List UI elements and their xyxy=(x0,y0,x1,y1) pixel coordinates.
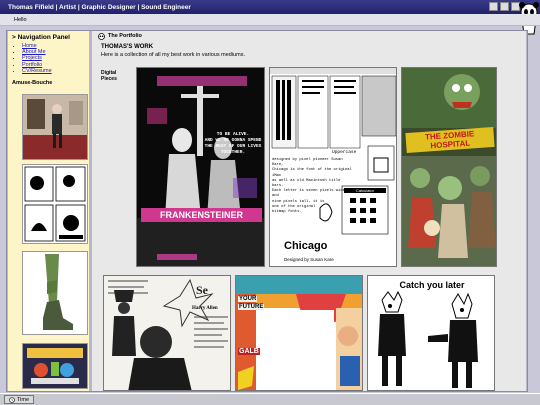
page-description: Here is a collection of all my best work… xyxy=(101,52,245,58)
typography-body-3: as well as old Macintosh title bars. xyxy=(272,178,341,189)
comic-word-2: FUTURE xyxy=(238,304,265,310)
comic-graphic xyxy=(236,276,362,390)
artwork-poster[interactable]: TO BE ALIVE. AND WE'RE GONNA SPEND THE R… xyxy=(136,67,265,267)
nav-heading: > Navigation Panel xyxy=(12,34,70,41)
typography-body-2: Chicago is the font of the original iMac xyxy=(272,168,352,178)
nav-link-portfolio[interactable]: Portfolio xyxy=(22,62,42,68)
typography-body-1: designed by pixel pioneer Susan Kare, xyxy=(272,158,343,168)
artwork-zombie[interactable]: THE ZOMBIE HOSPITAL xyxy=(401,67,497,267)
maximize-button[interactable] xyxy=(500,2,509,11)
newspaper-graphic: Se xyxy=(108,278,228,390)
typography-caption: Designed by Susan Kare xyxy=(284,257,334,262)
menu-item-hello[interactable]: Hello xyxy=(14,17,27,23)
thumbnail-boot[interactable] xyxy=(22,251,88,335)
navigation-panel: > Navigation Panel Home About Me Project… xyxy=(8,31,90,391)
portfolio-panel: The Portfolio THOMAS'S WORK Here is a co… xyxy=(92,31,526,391)
poster-banner: FRANKENSTEINER xyxy=(141,208,262,222)
poster-text-block: TO BE ALIVE. AND WE'RE GONNA SPEND THE R… xyxy=(203,132,263,156)
artwork-comic[interactable]: YOUR FUTURE GALB xyxy=(235,275,363,391)
window-controls xyxy=(489,2,520,11)
typography-sub: Uppercase xyxy=(332,150,357,155)
thumbnail-comic[interactable] xyxy=(22,164,88,244)
portfolio-page: THOMAS'S WORK Here is a collection of al… xyxy=(98,42,522,391)
menu-bar: Hello xyxy=(0,14,540,26)
catch-graphic xyxy=(378,290,478,388)
panda-small-icon xyxy=(98,32,105,40)
page-title: THOMAS'S WORK xyxy=(101,44,154,50)
nav-link-home[interactable]: Home xyxy=(22,43,37,49)
nav-link-projects[interactable]: Projects xyxy=(22,55,42,61)
nav-list: Home About Me Projects Portfolio CV/Resu… xyxy=(22,43,89,74)
category-label: Digital Pieces xyxy=(101,70,117,82)
portfolio-header: The Portfolio xyxy=(92,31,526,41)
typography-big: Chicago xyxy=(284,240,328,252)
calculator-title: Calculator xyxy=(344,188,386,193)
portfolio-header-label: The Portfolio xyxy=(108,33,142,39)
typography-body-7: bitmap fonts. xyxy=(272,210,302,215)
thumbnail-photo[interactable] xyxy=(22,94,88,160)
comic-word-3: GALB xyxy=(238,348,260,355)
window-title: Thomas Fifield | Artist | Graphic Design… xyxy=(8,3,191,11)
svg-text:Se: Se xyxy=(196,283,209,297)
nav-link-about[interactable]: About Me xyxy=(22,49,46,55)
artwork-newspaper[interactable]: Se Harry Allen xyxy=(103,275,231,391)
window-titlebar: Thomas Fifield | Artist | Graphic Design… xyxy=(0,0,540,14)
artwork-typography[interactable]: Uppercase designed by pixel pioneer Susa… xyxy=(269,67,397,267)
poster-line-4: TOGETHER. xyxy=(220,150,246,155)
typography-body-4: Each letter is seven pixels wide and xyxy=(272,189,345,199)
amuse-bouche-heading: Amuse-Bouche xyxy=(12,80,53,87)
clock-icon xyxy=(9,396,15,403)
taskbar: Time xyxy=(0,393,540,405)
comic-word-1: YOUR xyxy=(238,296,258,302)
poster-figure-graphic xyxy=(137,76,264,266)
thumbnail-poster[interactable] xyxy=(22,343,88,389)
minimize-button[interactable] xyxy=(489,2,498,11)
nav-item-cv: CV/Resume xyxy=(22,68,89,74)
taskbar-time-label: Time xyxy=(17,396,30,403)
newspaper-name: Harry Allen xyxy=(192,306,218,311)
zombie-graphic xyxy=(402,68,496,266)
taskbar-time-button[interactable]: Time xyxy=(4,395,35,404)
artwork-catch[interactable]: Catch you later xyxy=(367,275,495,391)
nav-link-cv[interactable]: CV/Resume xyxy=(22,68,52,74)
typography-body: designed by pixel pioneer Susan Kare, Ch… xyxy=(272,158,352,215)
